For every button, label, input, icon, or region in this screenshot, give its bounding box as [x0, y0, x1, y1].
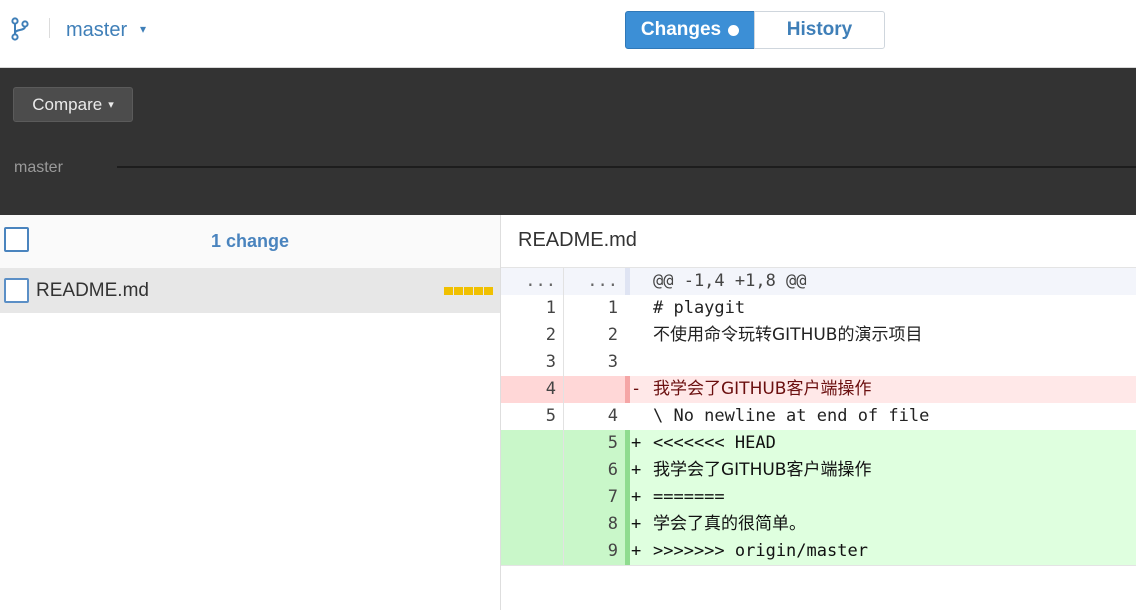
- line-marker: [625, 511, 630, 538]
- branch-icon[interactable]: [11, 17, 29, 41]
- compare-button[interactable]: Compare ▾: [13, 87, 133, 122]
- changes-list-pane: 1 change README.md: [0, 215, 501, 610]
- line-marker: [625, 430, 630, 457]
- old-line-number: [501, 430, 563, 457]
- old-line-number: ...: [525, 271, 556, 291]
- old-line-number: [501, 511, 563, 538]
- line-sign: +: [631, 487, 642, 507]
- tab-history[interactable]: History: [754, 11, 885, 49]
- diff-line-added[interactable]: 8 + 学会了真的很简单。: [501, 511, 1136, 538]
- diff-line[interactable]: 2 2 不使用命令玩转GITHUB的演示项目: [501, 322, 1136, 349]
- line-sign: +: [631, 541, 642, 561]
- old-line-number: [501, 484, 563, 511]
- new-line-number: 5: [563, 430, 625, 457]
- line-marker: [625, 376, 630, 403]
- diff-line-added[interactable]: 6 + 我学会了GITHUB客户端操作: [501, 457, 1136, 484]
- new-line-number: 9: [563, 538, 625, 565]
- line-marker: [625, 484, 630, 511]
- tab-history-label: History: [786, 19, 853, 40]
- branch-selector[interactable]: master: [66, 19, 127, 42]
- new-line-number: 3: [563, 349, 625, 376]
- old-line-number: [501, 538, 563, 565]
- changes-indicator-dot-icon: [728, 24, 740, 36]
- old-line-number: 2: [545, 325, 556, 345]
- line-code: # playgit: [653, 298, 746, 318]
- diff-line-added[interactable]: 5 + <<<<<<< HEAD: [501, 430, 1136, 457]
- line-code: =======: [653, 487, 725, 507]
- diff-line-added[interactable]: 9 + >>>>>>> origin/master: [501, 538, 1136, 565]
- diff-line-deleted[interactable]: 4 - 我学会了GITHUB客户端操作: [501, 376, 1136, 403]
- line-code: @@ -1,4 +1,8 @@: [653, 271, 807, 291]
- old-line-number: 3: [545, 352, 556, 372]
- diffstat-block: [444, 287, 453, 295]
- branch-graph-line: [117, 166, 1136, 168]
- diff-file-title: README.md: [518, 229, 637, 251]
- changed-file-row[interactable]: README.md: [0, 268, 500, 313]
- diff-line-added[interactable]: 7 + =======: [501, 484, 1136, 511]
- line-code: 学会了真的很简单。: [653, 514, 806, 534]
- line-marker: [625, 538, 630, 565]
- diff-line[interactable]: 5 4 \ No newline at end of file: [501, 403, 1136, 430]
- change-count: 1 change: [210, 231, 290, 251]
- graph-branch-label: master: [14, 159, 63, 176]
- new-line-number: ...: [563, 268, 625, 295]
- caret-down-icon: ▾: [108, 99, 114, 111]
- line-sign: +: [631, 460, 642, 480]
- compare-button-label: Compare: [32, 94, 103, 114]
- line-code: \ No newline at end of file: [653, 406, 930, 426]
- diffstat-indicator: [444, 287, 493, 295]
- compare-graph-band: Compare ▾ master: [0, 68, 1136, 215]
- line-sign: -: [631, 379, 642, 399]
- line-marker: [625, 457, 630, 484]
- line-marker: [625, 403, 630, 430]
- line-marker: [625, 268, 630, 295]
- line-marker: [625, 295, 630, 322]
- caret-down-icon[interactable]: ▾: [140, 22, 146, 36]
- new-line-number: 4: [563, 403, 625, 430]
- new-line-number: 6: [563, 457, 625, 484]
- diffstat-block: [484, 287, 493, 295]
- new-line-number: 7: [563, 484, 625, 511]
- diff-hunk-header: ... ... @@ -1,4 +1,8 @@: [501, 268, 1136, 295]
- line-marker: [625, 322, 630, 349]
- new-line-number: 8: [563, 511, 625, 538]
- tab-changes-label: Changes: [640, 19, 722, 40]
- diffstat-block: [474, 287, 483, 295]
- line-code: <<<<<<< HEAD: [653, 433, 776, 453]
- line-code: >>>>>>> origin/master: [653, 541, 868, 561]
- diffstat-block: [464, 287, 473, 295]
- line-code: 我学会了GITHUB客户端操作: [653, 460, 872, 480]
- diff-line[interactable]: 3 3: [501, 349, 1136, 376]
- divider: [49, 18, 50, 38]
- line-code: 我学会了GITHUB客户端操作: [653, 379, 872, 399]
- new-line-number: 2: [563, 322, 625, 349]
- old-line-number: 5: [545, 406, 556, 426]
- diff-pane: README.md ... ... @@ -1,4 +1,8 @@ 1 1 # …: [501, 215, 1136, 610]
- line-sign: +: [631, 514, 642, 534]
- top-bar: master ▾ Changes History: [0, 0, 1136, 68]
- diff-line[interactable]: 1 1 # playgit: [501, 295, 1136, 322]
- file-checkbox[interactable]: [4, 278, 29, 303]
- diffstat-block: [454, 287, 463, 295]
- old-line-number: 4: [501, 376, 563, 403]
- line-code: 不使用命令玩转GITHUB的演示项目: [653, 325, 923, 345]
- changes-header: 1 change: [0, 215, 500, 268]
- tab-changes[interactable]: Changes: [625, 11, 755, 49]
- changed-file-name: README.md: [36, 280, 149, 301]
- old-line-number: [501, 457, 563, 484]
- line-marker: [625, 349, 630, 376]
- line-sign: +: [631, 433, 642, 453]
- old-line-number: 1: [545, 298, 556, 318]
- new-line-number: 1: [563, 295, 625, 322]
- new-line-number: [563, 376, 625, 403]
- diff-table: ... ... @@ -1,4 +1,8 @@ 1 1 # playgit 2 …: [501, 267, 1136, 566]
